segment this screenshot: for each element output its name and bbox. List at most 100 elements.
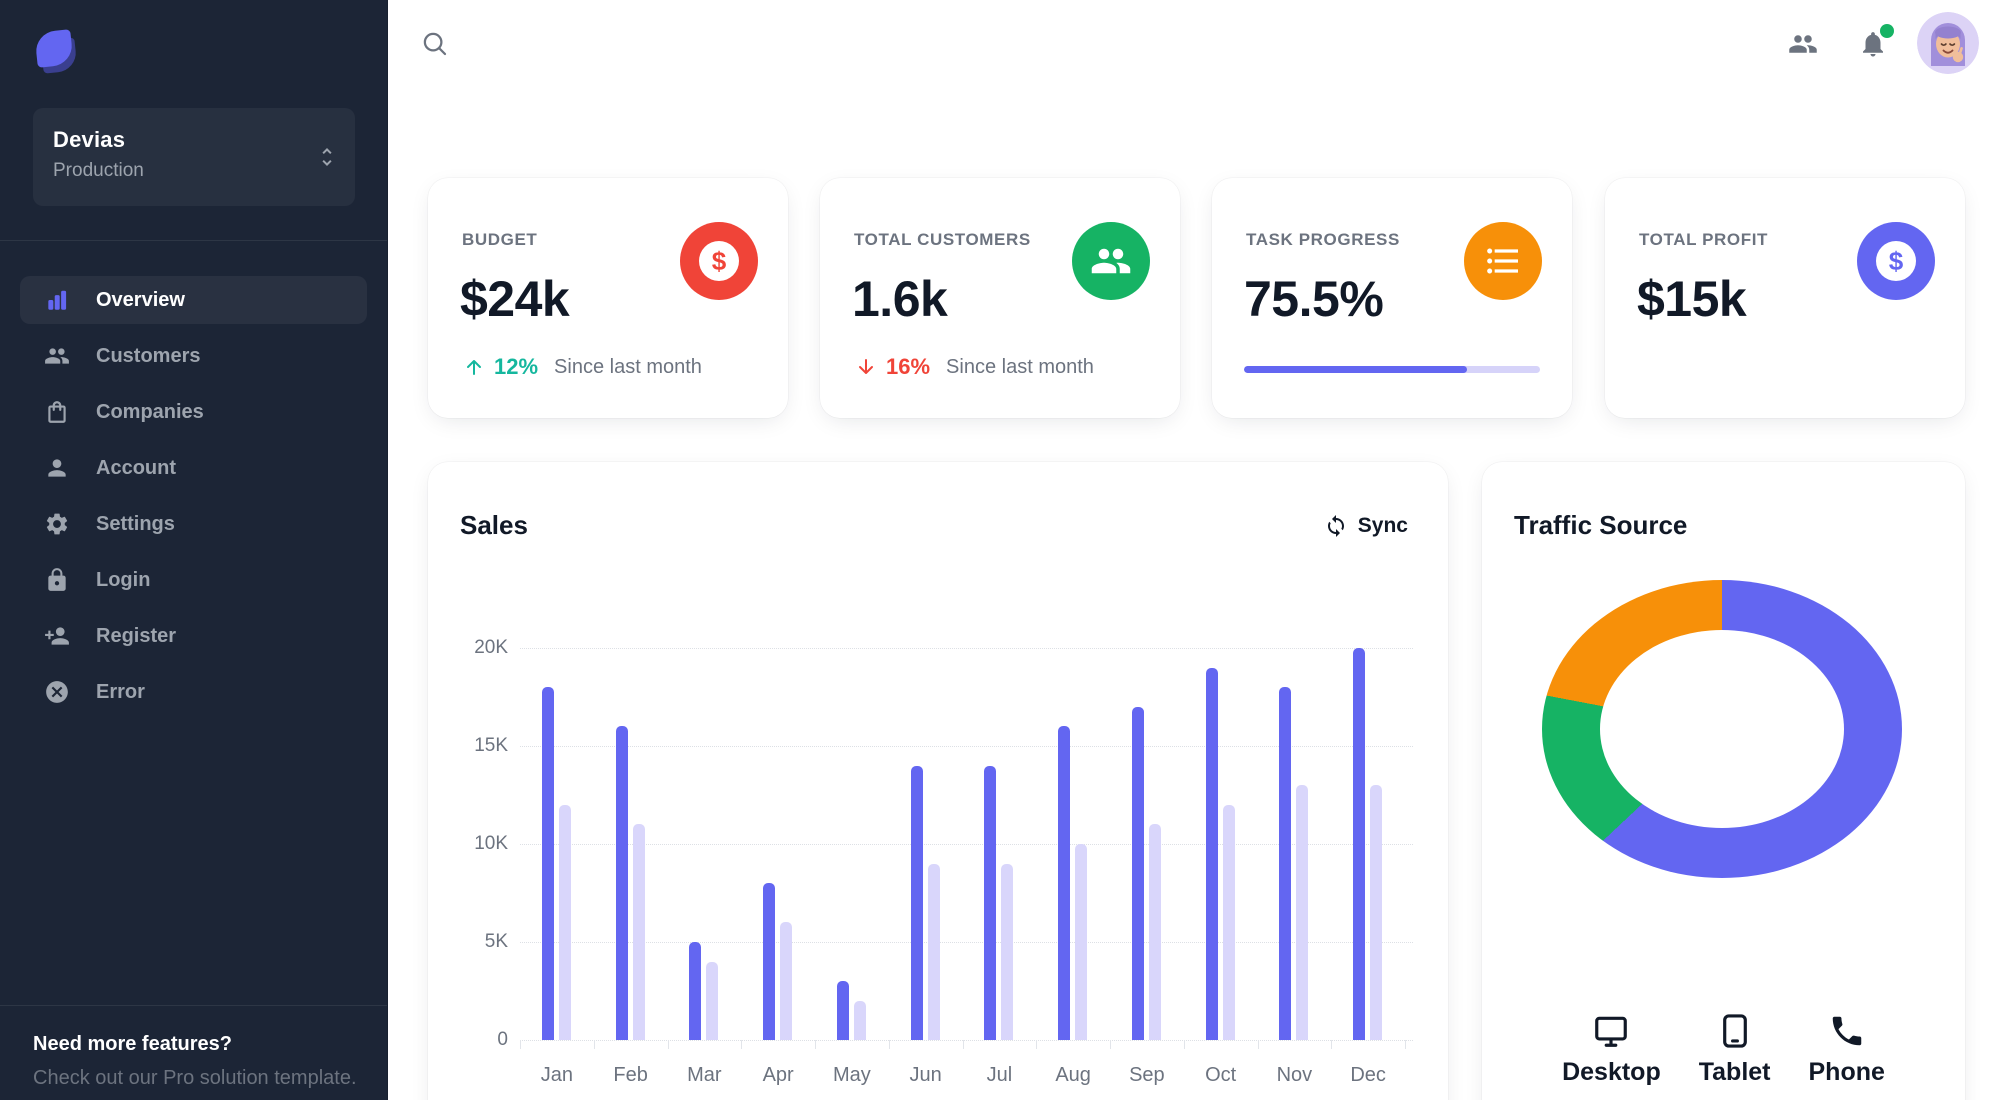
bar-group-sep — [1110, 648, 1184, 1040]
bar-last-year — [780, 922, 793, 1040]
bar-last-year — [1296, 785, 1309, 1040]
dollar-icon: $ — [699, 241, 739, 281]
sync-label: Sync — [1357, 514, 1408, 537]
sync-button[interactable]: Sync — [1314, 506, 1418, 546]
sidebar-item-login[interactable]: Login — [20, 556, 367, 604]
bar-last-year — [1222, 804, 1235, 1040]
x-axis-tick — [520, 1040, 521, 1049]
footer-subtitle: Check out our Pro solution template. — [33, 1067, 357, 1089]
x-axis-tick — [667, 1040, 669, 1049]
x-axis-tick — [1257, 1040, 1259, 1049]
donut-hole — [1600, 630, 1844, 828]
dashboard-screen: Devias Production Overview Customers Com… — [0, 0, 2000, 1100]
bar-this-year — [689, 942, 702, 1040]
bar-last-year — [1001, 863, 1014, 1040]
bar-this-year — [984, 765, 997, 1040]
x-circle-icon — [46, 681, 68, 703]
bar-group-jun — [889, 648, 963, 1040]
x-axis-tick — [962, 1040, 964, 1049]
dollar-badge-icon: $ — [1857, 222, 1935, 300]
bar-group-jan — [520, 648, 594, 1040]
users-icon — [1091, 248, 1131, 274]
sidebar-item-overview[interactable]: Overview — [20, 276, 367, 324]
workspace-selector[interactable]: Devias Production — [33, 108, 355, 206]
sidebar-item-label: Error — [96, 680, 145, 703]
bar-group-mar — [668, 648, 742, 1040]
stat-value: $15k — [1637, 271, 1747, 327]
progress-bar — [1244, 366, 1540, 373]
notification-dot — [1880, 24, 1894, 38]
month-label: Jun — [909, 1064, 942, 1086]
x-axis-tick — [741, 1040, 743, 1049]
bar-this-year — [763, 883, 776, 1040]
bar-group-nov — [1258, 648, 1332, 1040]
progress-fill — [1244, 366, 1468, 373]
sales-title: Sales — [460, 510, 528, 540]
tablet-icon — [1722, 1014, 1747, 1048]
x-axis-tick — [1036, 1040, 1038, 1049]
sidebar-item-label: Companies — [96, 400, 204, 423]
avatar-memoji — [1917, 12, 1979, 74]
unfold-more-icon — [322, 148, 332, 166]
x-axis-tick — [888, 1040, 890, 1049]
traffic-source-card: Traffic Source Desktop Tablet Phone — [1482, 462, 1965, 1100]
sidebar: Devias Production Overview Customers Com… — [0, 0, 388, 1100]
sidebar-item-customers[interactable]: Customers — [20, 332, 367, 380]
bar-plot — [520, 648, 1405, 1040]
users-icon — [45, 348, 69, 364]
search-button[interactable] — [413, 23, 457, 67]
trend-caption: Since last month — [946, 355, 1094, 378]
notifications-button[interactable] — [1851, 23, 1895, 67]
stat-card-total-customers: TOTAL CUSTOMERS 1.6k 16% Since last mont… — [820, 178, 1180, 418]
gear-icon — [46, 513, 68, 535]
bar-last-year — [1075, 844, 1088, 1040]
sidebar-item-register[interactable]: Register — [20, 612, 367, 660]
list-icon — [1487, 248, 1518, 274]
stat-label: TOTAL CUSTOMERS — [854, 230, 1031, 249]
y-axis-label: 20K — [474, 637, 508, 658]
sidebar-item-companies[interactable]: Companies — [20, 388, 367, 436]
sidebar-item-account[interactable]: Account — [20, 444, 367, 492]
trend-row: 16% Since last month — [854, 352, 1094, 382]
legend-label: Phone — [1808, 1058, 1885, 1086]
arrow-up-icon — [467, 360, 481, 375]
month-label: Nov — [1276, 1064, 1313, 1086]
stat-value: $24k — [460, 271, 570, 327]
trend-value: 12% — [494, 354, 539, 379]
stat-card-budget: BUDGET $24k $ 12% Since last month — [428, 178, 788, 418]
trend-value: 16% — [886, 354, 931, 379]
stat-label: BUDGET — [462, 230, 538, 249]
legend-label: Desktop — [1562, 1058, 1661, 1086]
x-axis-tick — [815, 1040, 816, 1049]
x-axis-ticks — [520, 1040, 1406, 1049]
bar-last-year — [1148, 824, 1161, 1040]
legend-label: Tablet — [1698, 1058, 1771, 1086]
x-axis-tick — [1331, 1040, 1333, 1049]
sidebar-footer: Need more features? Check out our Pro so… — [0, 1005, 387, 1100]
dollar-icon: $ — [1876, 241, 1916, 281]
avatar[interactable] — [1917, 12, 1979, 74]
stat-label: TASK PROGRESS — [1246, 230, 1400, 249]
sidebar-item-settings[interactable]: Settings — [20, 500, 367, 548]
legend-item-tablet: Tablet — [1699, 1012, 1771, 1087]
month-label: Sep — [1129, 1064, 1165, 1086]
bar-group-feb — [594, 648, 668, 1040]
sync-icon — [1327, 515, 1344, 537]
sidebar-item-error[interactable]: Error — [20, 668, 367, 716]
chart-bar-icon — [48, 290, 67, 310]
bar-this-year — [615, 726, 628, 1040]
y-axis-label: 10K — [474, 833, 508, 854]
month-label: Jan — [540, 1064, 573, 1086]
sidebar-nav: Overview Customers Companies Account Set… — [20, 276, 367, 724]
contacts-button[interactable] — [1781, 23, 1825, 67]
list-badge-icon — [1464, 222, 1542, 300]
x-axis-tick — [1405, 1040, 1406, 1049]
bar-this-year — [910, 765, 923, 1040]
month-label: Dec — [1350, 1064, 1386, 1086]
bar-this-year — [836, 981, 849, 1040]
x-axis-tick — [593, 1040, 595, 1049]
x-axis-tick — [1110, 1040, 1111, 1049]
phone-icon — [1832, 1016, 1861, 1046]
sidebar-item-label: Register — [96, 624, 177, 647]
sales-card: Sales Sync 0 5K 10K 15K 20K Jan Feb Mar Apr May J… — [428, 462, 1448, 1100]
